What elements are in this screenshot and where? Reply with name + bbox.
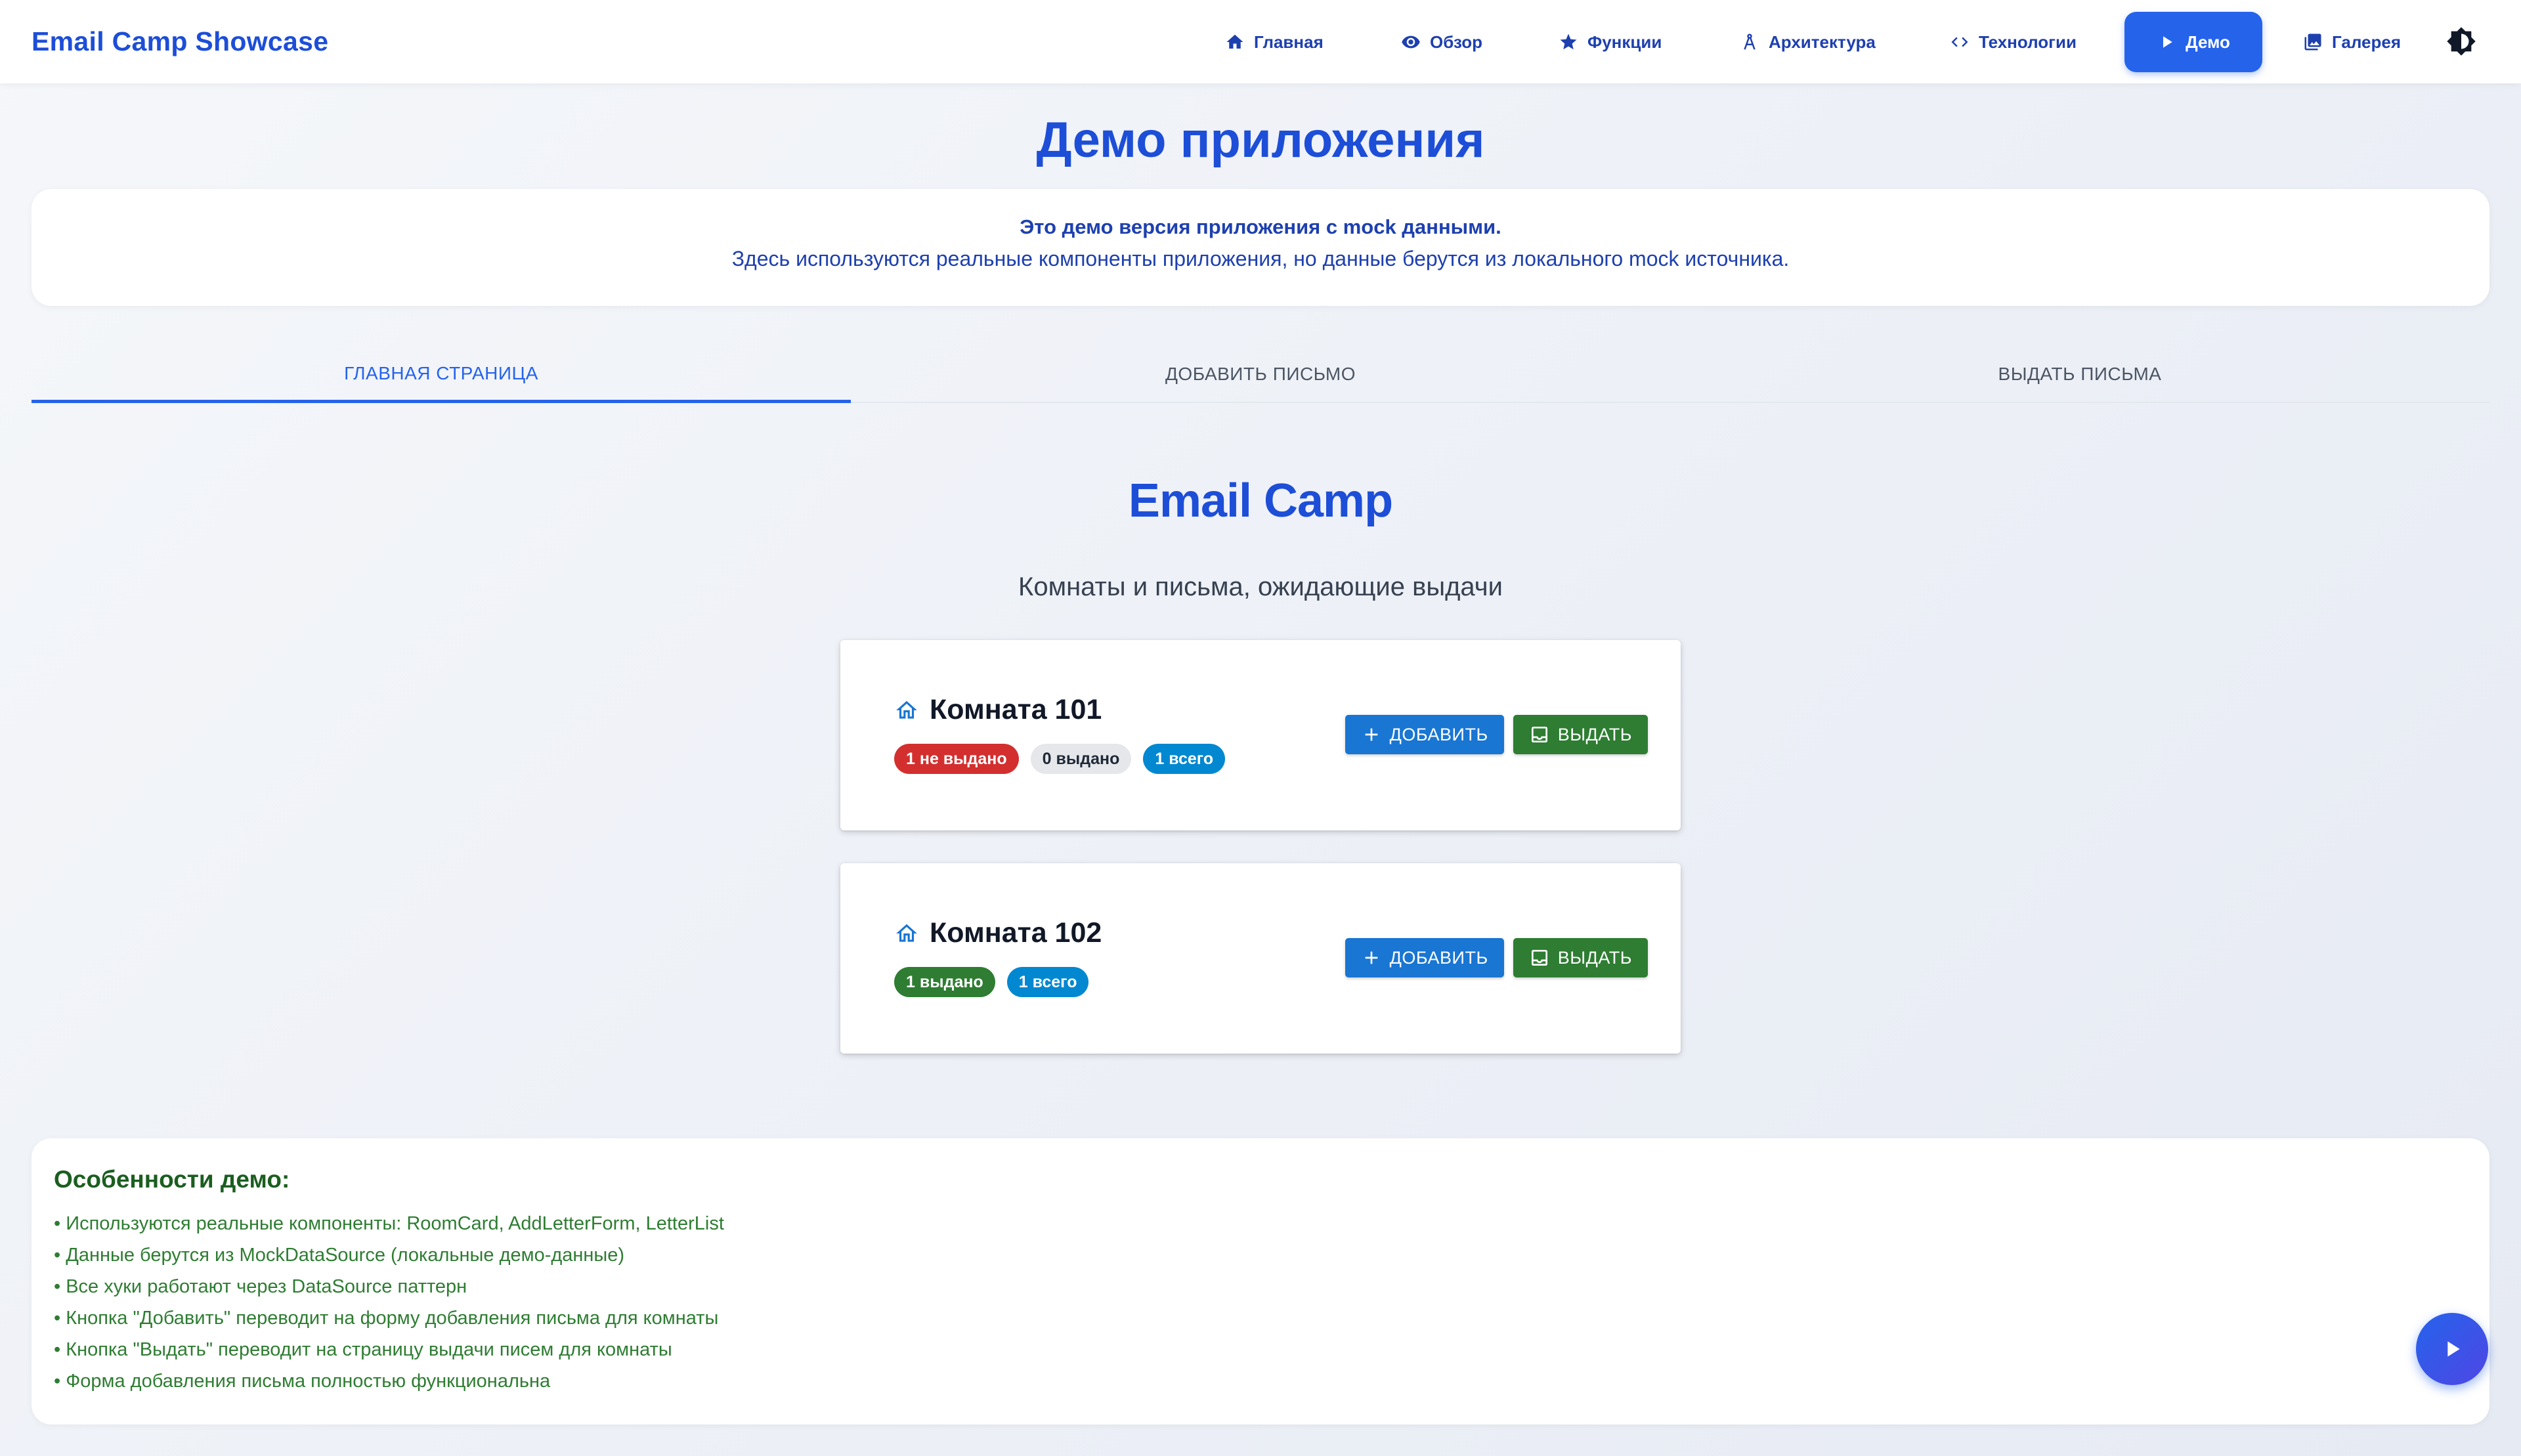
code-icon bbox=[1951, 37, 1968, 47]
room-header: Комната 101 bbox=[894, 694, 1102, 726]
app-title: Email Camp bbox=[1128, 475, 1393, 527]
room-card: Комната 101 1 не выдано 0 выдано 1 всего… bbox=[840, 640, 1681, 830]
add-letter-button[interactable]: Добавить bbox=[1345, 938, 1504, 977]
room-header: Комната 102 bbox=[894, 917, 1102, 949]
info-banner-heading: Это демо версия приложения с mock данным… bbox=[1020, 215, 1501, 238]
nav-item-home[interactable]: Главная bbox=[1225, 12, 1324, 72]
nav-item-label: Архитектура bbox=[1769, 32, 1876, 52]
floating-play-button[interactable] bbox=[2416, 1313, 2488, 1385]
feature-item: Все хуки работают через DataSource патте… bbox=[54, 1271, 724, 1302]
features-list: Используются реальные компоненты: RoomCa… bbox=[54, 1208, 724, 1397]
badge-issued: 1 выдано bbox=[894, 967, 995, 997]
features-title: Особенности демо: bbox=[54, 1166, 290, 1193]
add-letter-button[interactable]: Добавить bbox=[1345, 715, 1504, 754]
nav-item-label: Галерея bbox=[2332, 32, 2402, 52]
inbox-icon bbox=[1531, 950, 1547, 966]
play-icon bbox=[2163, 36, 2172, 48]
info-banner-text: Здесь используются реальные компоненты п… bbox=[731, 247, 1790, 270]
add-letter-button-label: Добавить bbox=[1389, 724, 1488, 744]
issue-letters-button[interactable]: Выдать bbox=[1513, 938, 1648, 977]
home-outline-icon bbox=[896, 700, 917, 719]
star-icon bbox=[1560, 33, 1577, 50]
nav-item-label: Демо bbox=[2186, 32, 2230, 52]
badge-total: 1 всего bbox=[1143, 744, 1226, 774]
add-letter-button-label: Добавить bbox=[1389, 947, 1488, 968]
demo-features-panel: Особенности демо: Используются реальные … bbox=[32, 1138, 2489, 1424]
room-actions: Добавить Выдать bbox=[1345, 715, 1648, 754]
room-card: Комната 102 1 выдано 1 всего Добавить Вы… bbox=[840, 863, 1681, 1054]
demo-info-banner: Это демо версия приложения с mock данным… bbox=[32, 189, 2489, 306]
nav-item-architecture[interactable]: Архитектура bbox=[1740, 12, 1876, 72]
tab-home-page[interactable]: Главная страница bbox=[32, 347, 851, 403]
play-icon bbox=[2447, 1341, 2460, 1357]
home-icon bbox=[1226, 34, 1243, 49]
badge-total: 1 всего bbox=[1006, 967, 1089, 997]
nav-item-label: Главная bbox=[1254, 32, 1324, 52]
feature-item: Кнопка "Выдать" переводит на страницу вы… bbox=[54, 1334, 724, 1365]
brand-logo-text[interactable]: Email Camp Showcase bbox=[32, 26, 328, 57]
inbox-icon bbox=[1531, 727, 1547, 742]
issue-letters-button-label: Выдать bbox=[1557, 947, 1632, 968]
compass-icon bbox=[1744, 33, 1756, 50]
nav-item-gallery[interactable]: Галерея bbox=[2303, 12, 2401, 72]
issue-letters-button[interactable]: Выдать bbox=[1513, 715, 1648, 754]
plus-icon bbox=[1365, 728, 1377, 741]
feature-item: Кнопка "Добавить" переводит на форму доб… bbox=[54, 1302, 724, 1334]
app-subtitle: Комнаты и письма, ожидающие выдачи bbox=[1018, 572, 1503, 601]
room-name: Комната 102 bbox=[930, 917, 1102, 949]
top-navbar: Email Camp Showcase Главная Обзор Функци… bbox=[0, 0, 2521, 83]
eye-icon bbox=[1402, 35, 1420, 49]
nav-item-technologies[interactable]: Технологии bbox=[1950, 12, 2077, 72]
plus-icon bbox=[1365, 951, 1377, 964]
badge-issued: 0 выдано bbox=[1030, 744, 1132, 774]
page-title: Демо приложения bbox=[1036, 112, 1485, 168]
room-badges: 1 не выдано 0 выдано 1 всего bbox=[894, 744, 1226, 774]
badge-not-issued: 1 не выдано bbox=[894, 744, 1019, 774]
home-outline-icon bbox=[896, 924, 917, 942]
room-badges: 1 выдано 1 всего bbox=[894, 967, 1089, 997]
nav-item-demo[interactable]: Демо bbox=[2124, 12, 2262, 72]
feature-item: Используются реальные компоненты: RoomCa… bbox=[54, 1208, 724, 1239]
gallery-icon bbox=[2304, 33, 2321, 51]
feature-item: Данные берутся из MockDataSource (локаль… bbox=[54, 1239, 724, 1271]
nav-item-label: Технологии bbox=[1979, 32, 2077, 52]
issue-letters-button-label: Выдать bbox=[1557, 724, 1632, 744]
nav-item-label: Обзор bbox=[1430, 32, 1482, 52]
theme-toggle-button[interactable] bbox=[2446, 26, 2476, 56]
room-name: Комната 101 bbox=[930, 694, 1102, 725]
nav-item-label: Функции bbox=[1587, 32, 1662, 52]
room-actions: Добавить Выдать bbox=[1345, 938, 1648, 977]
nav-item-overview[interactable]: Обзор bbox=[1401, 12, 1482, 72]
nav-item-features[interactable]: Функции bbox=[1559, 12, 1662, 72]
tab-issue-letters[interactable]: Выдать письма bbox=[1670, 347, 2489, 402]
tab-add-letter[interactable]: Добавить письмо bbox=[851, 347, 1670, 402]
demo-tabs: Главная страница Добавить письмо Выдать … bbox=[32, 347, 2489, 403]
theme-toggle-icon bbox=[2447, 27, 2476, 56]
feature-item: Форма добавления письма полностью функци… bbox=[54, 1365, 724, 1397]
